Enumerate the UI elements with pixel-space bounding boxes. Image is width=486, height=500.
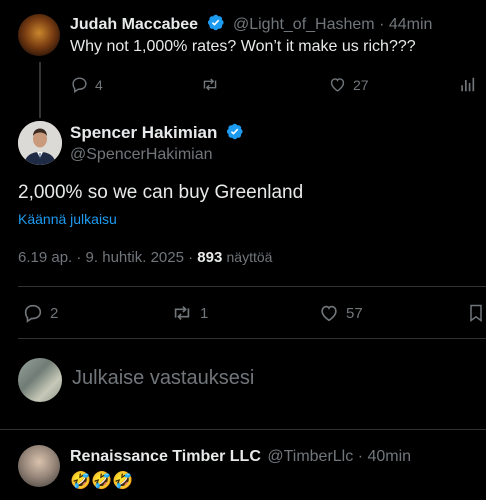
- parent-views-button[interactable]: [459, 75, 477, 94]
- divider-reply: [0, 429, 486, 430]
- main-repost-count: 1: [200, 304, 209, 322]
- repost-icon: [174, 305, 190, 321]
- heart-icon: [321, 305, 337, 322]
- main-repost-button[interactable]: 1: [170, 302, 208, 324]
- reply-handle[interactable]: @TimberLlc: [267, 448, 353, 465]
- verified-badge-icon: [207, 14, 224, 31]
- main-tweet-text: 2,000% so we can buy Greenland: [18, 182, 304, 203]
- parent-separator: ·: [379, 16, 385, 33]
- reply-display-name[interactable]: Renaissance Timber LLC: [70, 448, 261, 465]
- main-avatar[interactable]: [18, 121, 62, 165]
- reply-input[interactable]: Julkaise vastauksesi: [72, 367, 472, 390]
- parent-like-count: 27: [353, 76, 369, 93]
- reply-header: Renaissance Timber LLC @TimberLlc · 40mi…: [70, 448, 411, 466]
- main-timestamp[interactable]: 6.19 ap. · 9. huhtik. 2025 ·: [18, 249, 193, 266]
- analytics-icon: [461, 77, 475, 92]
- main-display-name[interactable]: Spencer Hakimian: [70, 123, 217, 142]
- parent-text: Why not 1,000% rates? Won’t it make us r…: [70, 38, 416, 55]
- repost-icon: [203, 78, 217, 91]
- own-avatar[interactable]: [18, 358, 62, 402]
- bookmark-icon: [470, 304, 482, 322]
- main-views-count: 893: [197, 249, 223, 266]
- divider-bottom-actions: [18, 338, 486, 339]
- parent-repost-button[interactable]: [200, 75, 220, 94]
- reply-icon: [72, 77, 87, 93]
- heart-icon: [330, 78, 345, 92]
- main-like-count: 57: [346, 304, 363, 322]
- parent-handle[interactable]: @Light_of_Hashem: [233, 16, 375, 33]
- person-portrait-icon: [18, 121, 62, 165]
- reply-separator: ·: [357, 448, 364, 465]
- thread-connector: [39, 62, 41, 118]
- parent-reply-count: 4: [95, 76, 103, 93]
- verified-badge-icon: [226, 123, 243, 140]
- reply-time[interactable]: 40min: [367, 448, 411, 465]
- main-views-label: näyttöä: [226, 249, 273, 265]
- main-like-button[interactable]: 57: [318, 302, 363, 324]
- main-handle[interactable]: @SpencerHakimian: [70, 146, 213, 164]
- main-display-name-row: Spencer Hakimian: [70, 122, 244, 143]
- main-bookmark-button[interactable]: [466, 302, 486, 324]
- main-reply-button[interactable]: 2: [22, 302, 58, 324]
- reply-icon: [24, 304, 42, 323]
- main-reply-count: 2: [50, 304, 59, 322]
- parent-like-button[interactable]: 27: [328, 75, 369, 94]
- reply-text: 🤣🤣🤣: [70, 471, 134, 490]
- parent-reply-button[interactable]: 4: [70, 75, 103, 94]
- parent-avatar[interactable]: [18, 14, 60, 56]
- main-meta-row: 6.19 ap. · 9. huhtik. 2025 · 893 näyttöä: [18, 249, 272, 266]
- parent-header: Judah Maccabee @Light_of_Hashem · 44min: [70, 13, 432, 34]
- parent-time[interactable]: 44min: [389, 16, 433, 33]
- divider-top-actions: [18, 286, 486, 287]
- parent-display-name[interactable]: Judah Maccabee: [70, 16, 198, 33]
- reply-avatar[interactable]: [18, 445, 60, 487]
- translate-link[interactable]: Käännä julkaisu: [18, 211, 117, 227]
